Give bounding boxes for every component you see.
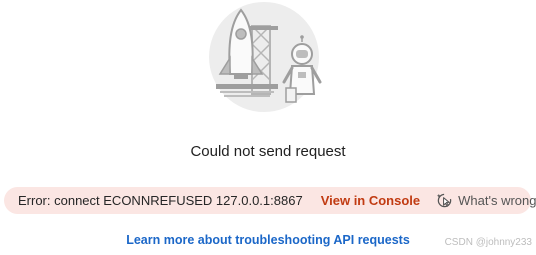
sparkle-cursor-icon — [437, 193, 452, 208]
error-message: Error: connect ECONNREFUSED 127.0.0.1:88… — [18, 193, 303, 208]
rocket-astronaut-illustration — [209, 2, 322, 112]
view-in-console-link[interactable]: View in Console — [321, 193, 420, 208]
error-title: Could not send request — [190, 143, 346, 160]
error-banner: Error: connect ECONNREFUSED 127.0.0.1:88… — [4, 187, 536, 214]
whats-wrong-button[interactable]: What's wrong? — [436, 192, 536, 209]
whats-wrong-label: What's wrong? — [458, 193, 536, 208]
watermark: CSDN @johnny233 — [444, 237, 532, 248]
response-pane: Could not send request Error: connect EC… — [0, 0, 536, 255]
